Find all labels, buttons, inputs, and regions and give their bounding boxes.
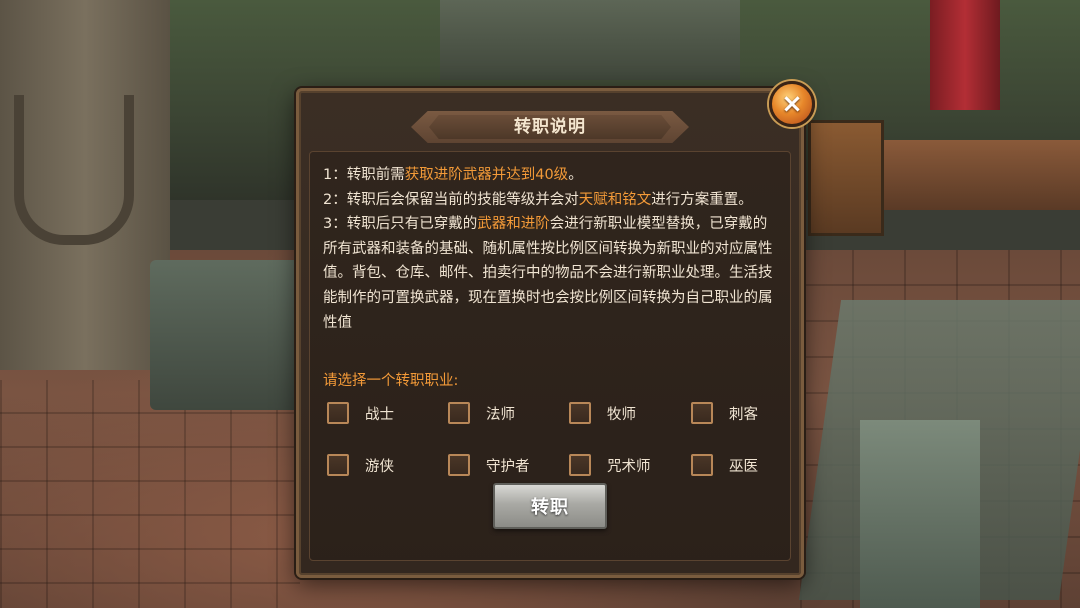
checkbox[interactable] — [691, 402, 713, 424]
rule-3: 3：转职后只有已穿戴的武器和进阶会进行新职业模型替换，已穿戴的所有武器和装备的基… — [323, 216, 773, 331]
wooden-chest — [808, 120, 884, 236]
class-option-warrior[interactable]: 战士 — [327, 400, 394, 426]
wooden-bench — [880, 140, 1080, 210]
dialog-title: 转职说明 — [514, 117, 586, 137]
class-option-ranger[interactable]: 游侠 — [327, 452, 394, 478]
close-button[interactable]: × — [769, 81, 815, 127]
class-option-witch-doctor[interactable]: 巫医 — [691, 452, 758, 478]
class-option-mage[interactable]: 法师 — [448, 400, 515, 426]
class-options: 战士 法师 牧师 刺客 游侠 守护者 咒术师 巫医 — [327, 400, 787, 480]
checkbox[interactable] — [569, 402, 591, 424]
rules-text: 1：转职前需获取进阶武器并达到40级。 2：转职后会保留当前的技能等级并会对天赋… — [323, 163, 775, 335]
checkbox[interactable] — [327, 454, 349, 476]
building-roof — [440, 0, 740, 80]
checkbox[interactable] — [448, 402, 470, 424]
class-option-warlock[interactable]: 咒术师 — [569, 452, 651, 478]
stone-post — [860, 420, 980, 608]
class-option-priest[interactable]: 牧师 — [569, 400, 636, 426]
stone-block — [150, 260, 300, 410]
rule-1: 1：转职前需获取进阶武器并达到40级。 — [323, 167, 583, 183]
floor-tiles — [0, 380, 300, 608]
stone-pillar — [0, 0, 170, 370]
class-change-dialog: 转职说明 × 1：转职前需获取进阶武器并达到40级。 2：转职后会保留当前的技能… — [296, 81, 815, 578]
select-class-prompt: 请选择一个转职职业: — [323, 373, 459, 389]
checkbox[interactable] — [569, 454, 591, 476]
checkbox[interactable] — [327, 402, 349, 424]
class-option-guardian[interactable]: 守护者 — [448, 452, 530, 478]
rule-2: 2：转职后会保留当前的技能等级并会对天赋和铭文进行方案重置。 — [323, 191, 753, 208]
close-icon: × — [781, 89, 803, 119]
class-option-assassin[interactable]: 刺客 — [691, 400, 758, 426]
checkbox[interactable] — [448, 454, 470, 476]
confirm-class-change-button[interactable]: 转职 — [493, 483, 607, 529]
checkbox[interactable] — [691, 454, 713, 476]
red-curtain — [930, 0, 1000, 110]
confirm-label: 转职 — [531, 497, 569, 518]
